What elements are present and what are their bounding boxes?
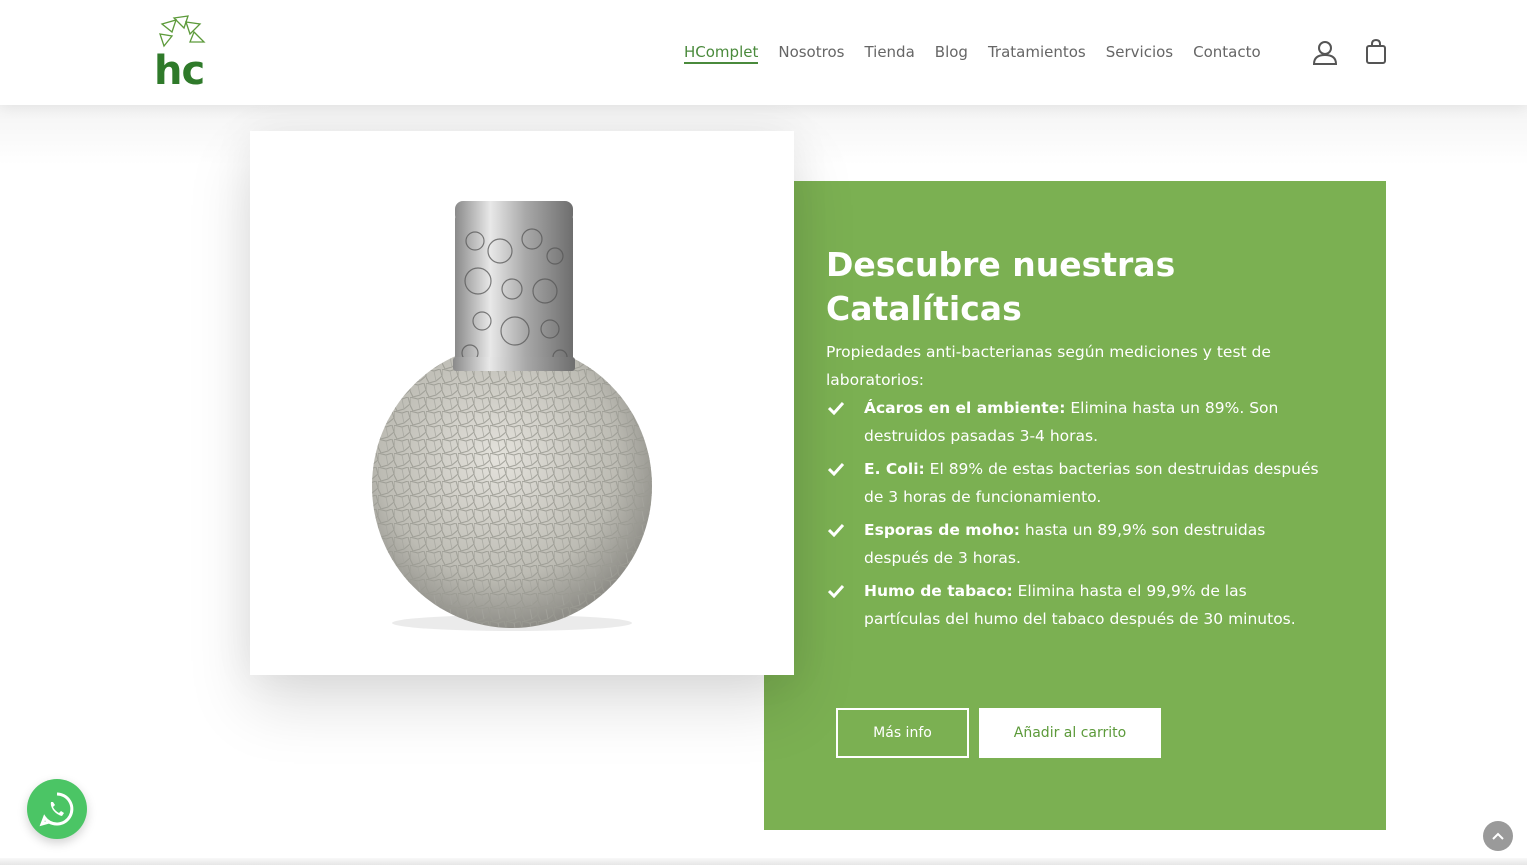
whatsapp-icon [39,792,74,827]
checkmark-icon [828,584,844,598]
benefit-item: Esporas de moho: hasta un 89,9% son dest… [826,516,1326,572]
benefits-list: Ácaros en el ambiente: Elimina hasta un … [826,394,1326,638]
scroll-to-top-button[interactable] [1483,821,1513,851]
nav-tienda[interactable]: Tienda [864,42,914,64]
catalytic-lamp-image [372,201,652,631]
benefit-label: Ácaros en el ambiente: [864,399,1066,417]
chevron-up-icon [1492,832,1504,840]
user-account-icon[interactable] [1311,38,1339,66]
whatsapp-chat-button[interactable] [27,779,87,839]
nav-hcomplet[interactable]: HComplet [684,42,759,64]
main-nav: HComplet Nosotros Tienda Blog Tratamient… [684,42,1281,64]
nav-nosotros[interactable]: Nosotros [778,42,844,64]
svg-text:hc: hc [154,48,204,90]
benefit-text: El 89% de estas bacterias son destruidas… [864,460,1319,506]
benefit-label: E. Coli: [864,460,925,478]
benefit-label: Humo de tabaco: [864,582,1013,600]
benefit-label: Esporas de moho: [864,521,1020,539]
shopping-bag-icon[interactable] [1362,38,1390,66]
site-header: hc HComplet Nosotros Tienda Blog Tratami… [0,0,1527,105]
more-info-button[interactable]: Más info [836,708,969,758]
section-divider [0,858,1527,865]
nav-tratamientos[interactable]: Tratamientos [988,42,1086,64]
nav-servicios[interactable]: Servicios [1106,42,1173,64]
nav-blog[interactable]: Blog [935,42,968,64]
product-image-card [250,131,794,675]
product-heading: Descubre nuestras Catalíticas [826,245,1176,328]
benefit-item: Ácaros en el ambiente: Elimina hasta un … [826,394,1326,450]
checkmark-icon [828,523,844,537]
checkmark-icon [828,401,844,415]
checkmark-icon [828,462,844,476]
benefit-item: E. Coli: El 89% de estas bacterias son d… [826,455,1326,511]
product-intro: Propiedades anti-bacterianas según medic… [826,343,1271,389]
nav-contacto[interactable]: Contacto [1193,42,1261,64]
benefit-item: Humo de tabaco: Elimina hasta el 99,9% d… [826,577,1326,633]
hc-logo[interactable]: hc [152,14,216,90]
add-to-cart-button[interactable]: Añadir al carrito [979,708,1161,758]
